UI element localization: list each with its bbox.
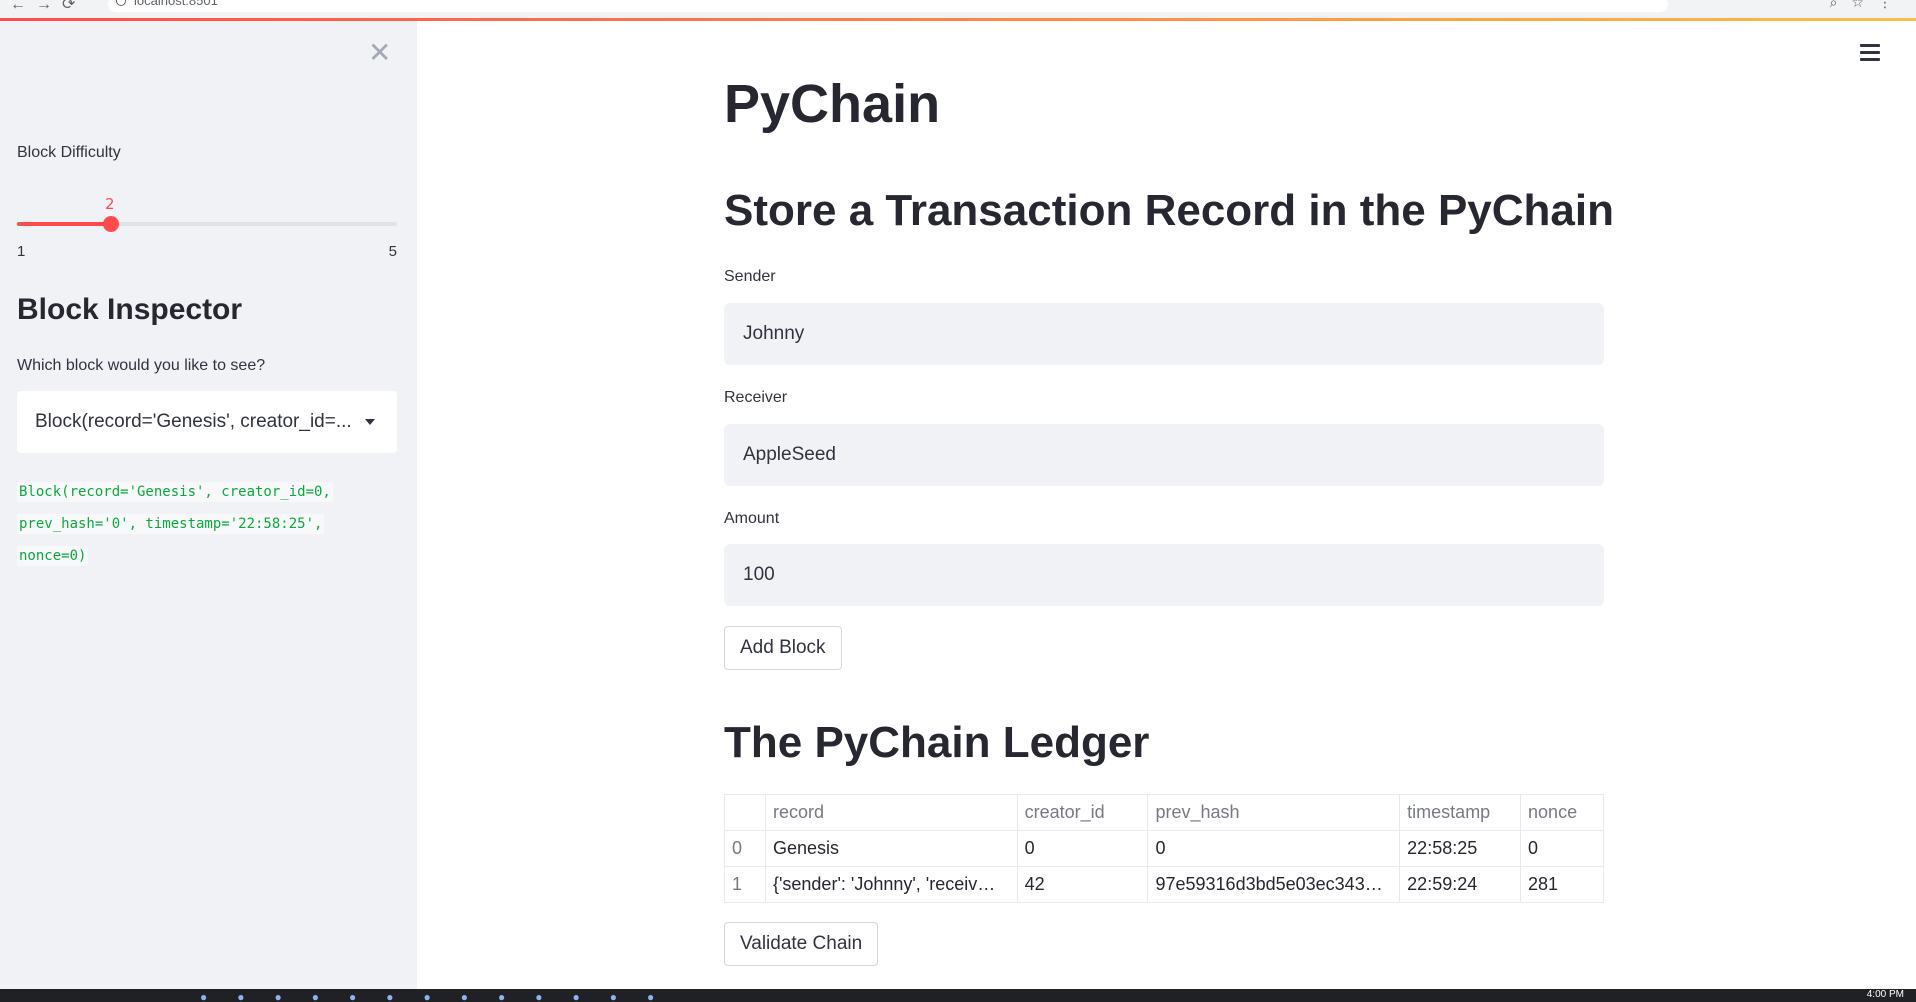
block-inspector-heading: Block Inspector <box>17 293 243 326</box>
column-header[interactable]: prev_hash <box>1147 794 1401 831</box>
receiver-label: Receiver <box>724 389 788 406</box>
table-header-row: record creator_id prev_hash timestamp no… <box>724 794 1604 831</box>
slider-fill <box>17 222 112 226</box>
chevron-down-icon[interactable] <box>365 419 375 425</box>
page-title: PyChain <box>724 74 941 134</box>
table-cell[interactable]: 22:58:25 <box>1399 830 1522 867</box>
table-cell[interactable]: {'sender': 'Johnny', 'receiv… <box>764 866 1018 903</box>
validate-chain-button[interactable]: Validate Chain <box>724 922 879 966</box>
block-select-value: Block(record='Genesis', creator_id=... <box>35 411 352 432</box>
extension-icons[interactable]: ⌕☆⋮ <box>1830 0 1906 11</box>
os-taskbar: ●●●●●●●●●●●●● 4:00 PM <box>0 989 1916 1002</box>
column-header[interactable]: creator_id <box>1016 794 1149 831</box>
code-line: prev_hash='0', timestamp='22:58:25', <box>17 514 325 534</box>
column-header[interactable] <box>724 794 766 831</box>
slider-min-label: 1 <box>17 243 26 260</box>
address-bar[interactable]: localhost:8501 <box>108 0 1668 12</box>
browser-nav-icons[interactable]: ←→⟳ <box>10 0 85 14</box>
column-header[interactable]: timestamp <box>1399 794 1522 831</box>
row-index: 0 <box>724 830 766 867</box>
code-line: nonce=0) <box>17 546 89 566</box>
hamburger-menu-icon[interactable] <box>1860 44 1880 65</box>
taskbar-app-icons[interactable]: ●●●●●●●●●●●●● <box>200 991 684 1002</box>
table-cell[interactable]: Genesis <box>764 830 1018 867</box>
close-icon[interactable]: ✕ <box>368 39 391 67</box>
slider-label: Block Difficulty <box>17 144 121 161</box>
add-block-button[interactable]: Add Block <box>724 626 842 670</box>
form-heading: Store a Transaction Record in the PyChai… <box>724 186 1614 235</box>
ledger-table: record creator_id prev_hash timestamp no… <box>724 794 1604 903</box>
block-difficulty-slider[interactable]: 2 1 5 <box>17 185 397 260</box>
table-row: 0 Genesis 0 0 22:58:25 0 <box>724 830 1604 867</box>
table-row: 1 {'sender': 'Johnny', 'receiv… 42 97e59… <box>724 866 1604 903</box>
receiver-input[interactable]: AppleSeed <box>724 424 1604 486</box>
taskbar-clock: 4:00 PM <box>1866 989 1904 1000</box>
sender-label: Sender <box>724 268 776 285</box>
block-code-output: Block(record='Genesis', creator_id=0, pr… <box>17 476 387 572</box>
slider-thumb[interactable] <box>103 216 119 232</box>
ledger-heading: The PyChain Ledger <box>724 718 1150 767</box>
table-cell[interactable]: 0 <box>1016 830 1149 867</box>
block-select-label: Which block would you like to see? <box>17 357 266 374</box>
slider-current-value: 2 <box>105 195 115 213</box>
table-cell[interactable]: 0 <box>1147 830 1401 867</box>
sidebar: ✕ Block Difficulty 2 1 5 Block Inspector… <box>0 21 417 989</box>
slider-max-label: 5 <box>388 243 397 260</box>
url-text: localhost:8501 <box>134 0 218 8</box>
row-index: 1 <box>724 866 766 903</box>
site-info-icon[interactable] <box>116 0 126 6</box>
table-cell[interactable]: 42 <box>1016 866 1149 903</box>
table-cell[interactable]: 0 <box>1520 830 1604 867</box>
table-cell[interactable]: 22:59:24 <box>1399 866 1522 903</box>
browser-toolbar: ←→⟳ localhost:8501 ⌕☆⋮ <box>0 0 1916 18</box>
amount-label: Amount <box>724 510 780 527</box>
amount-input[interactable]: 100 <box>724 544 1604 606</box>
column-header[interactable]: record <box>764 794 1018 831</box>
code-line: Block(record='Genesis', creator_id=0, <box>17 482 333 502</box>
column-header[interactable]: nonce <box>1520 794 1604 831</box>
sender-input[interactable]: Johnny <box>724 303 1604 365</box>
table-cell[interactable]: 97e59316d3bd5e03ec343… <box>1147 866 1401 903</box>
table-cell[interactable]: 281 <box>1520 866 1604 903</box>
block-select[interactable]: Block(record='Genesis', creator_id=... <box>17 391 397 453</box>
